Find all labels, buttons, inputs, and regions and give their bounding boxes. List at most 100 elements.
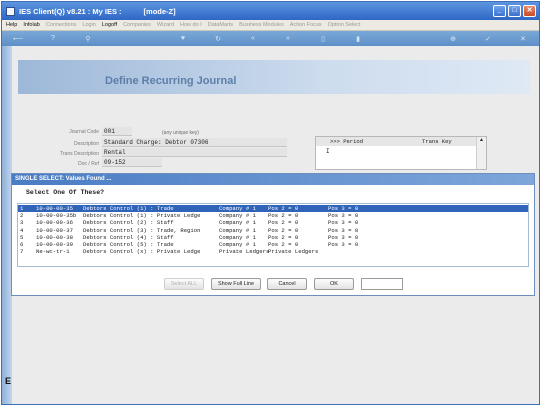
row-description: Debtors Control (3) : Trade, Region	[83, 226, 201, 234]
trans-description-label: Trans Description	[60, 151, 99, 157]
window-mode: [mode-Z]	[143, 6, 176, 16]
row-pos2: Private Ledgers	[268, 248, 319, 256]
dialog-button-bar: Select ALL Show Full Line Cancel OK	[12, 278, 534, 292]
description-label: Description	[73, 141, 99, 147]
journal-code-hint: (any unique key)	[162, 130, 199, 136]
menu-logoff[interactable]: Logoff	[102, 22, 117, 28]
row-company: Company # 1	[219, 219, 256, 227]
row-number: 2	[20, 212, 24, 220]
window-title: IES Client(Q) v8.21 : My IES :	[19, 6, 122, 16]
refresh-icon[interactable]: ↻	[212, 35, 224, 43]
show-full-line-button[interactable]: Show Full Line	[211, 278, 261, 290]
app-window: IES Client(Q) v8.21 : My IES : [mode-Z] …	[1, 1, 540, 405]
row-pos3: Pos 3 = 0	[328, 219, 359, 227]
row-account-code: Ne-wc-tr-1	[36, 248, 70, 256]
list-item[interactable]: 1 10-00-00-35 Debtors Control (1) : Trade C…	[18, 205, 528, 213]
row-pos2: Pos 2 = 0	[268, 241, 299, 248]
title-bar: IES Client(Q) v8.21 : My IES : [mode-Z] …	[2, 2, 539, 20]
search-icon[interactable]: ⚲	[82, 35, 94, 43]
maximize-button[interactable]: □	[508, 5, 521, 17]
window-controls: _ □ ✕	[493, 5, 536, 17]
menu-wizard[interactable]: Wizard	[157, 22, 174, 28]
list-item[interactable]: 2 10-00-00-35b Debtors Control (1) : Priva…	[18, 212, 528, 219]
row-description: Debtors Control (2) : Staff	[83, 219, 174, 227]
row-account-code: 10-00-00-36	[36, 219, 73, 227]
menu-action-focus[interactable]: Action Focus	[290, 22, 322, 28]
journal-code-label: Journal Code	[69, 129, 99, 135]
page-banner	[18, 60, 530, 94]
period-table-header: >>> Period Trans Key	[316, 137, 476, 146]
menu-infolab[interactable]: Infolab	[23, 22, 40, 28]
row-description: Debtors Control (1) : Trade	[83, 205, 174, 212]
menu-datamarts[interactable]: DataMarts	[208, 22, 233, 28]
dialog-input[interactable]	[361, 278, 403, 290]
row-number: 5	[20, 233, 24, 241]
single-select-dialog: SINGLE SELECT: Values Found ... Select O…	[11, 173, 535, 296]
rewind-icon[interactable]: «	[247, 35, 259, 42]
cancel-button[interactable]: Cancel	[267, 278, 307, 290]
menu-bar: Help Infolab Connections Login Logoff Co…	[2, 20, 539, 31]
page-icon[interactable]: ▮	[352, 35, 364, 43]
row-description: Debtors Control (5) : Trade	[83, 241, 174, 248]
row-pos2: Pos 2 = 0	[268, 226, 299, 234]
row-pos3: Pos 3 = 0	[328, 212, 359, 220]
menu-connections[interactable]: Connections	[46, 22, 77, 28]
check-icon[interactable]: ✓	[482, 35, 494, 43]
doc-ref-label: Doc / Ref	[78, 161, 99, 167]
row-account-code: 10-00-00-35	[36, 205, 73, 212]
row-pos3: Pos 3 = 0	[328, 226, 359, 234]
row-number: 7	[20, 248, 24, 256]
row-number: 4	[20, 226, 24, 234]
list-item[interactable]: 5 10-00-00-38 Debtors Control (4) : Staff C…	[18, 234, 528, 241]
menu-business-modules[interactable]: Business Modules	[239, 22, 284, 28]
select-all-button[interactable]: Select ALL	[164, 278, 204, 290]
trans-description-value: Rental	[104, 149, 126, 156]
menu-login[interactable]: Login	[82, 22, 95, 28]
period-table[interactable]: >>> Period Trans Key I ▲	[315, 136, 487, 170]
minimize-button[interactable]: _	[493, 5, 506, 17]
dialog-heading: Select One Of These?	[26, 189, 105, 196]
clipboard-icon[interactable]: ▯	[317, 35, 329, 43]
row-number: 3	[20, 219, 24, 227]
list-item[interactable]: 3 10-00-00-36 Debtors Control (2) : Staff C…	[18, 219, 528, 226]
row-description: Debtors Control (1) : Private Ledge	[83, 212, 201, 220]
list-item[interactable]: 6 10-00-00-39 Debtors Control (5) : Trade C…	[18, 241, 528, 248]
row-pos3: Pos 3 = 0	[328, 241, 359, 248]
doc-ref-value: 09-152	[104, 159, 126, 166]
menu-companies[interactable]: Companies	[123, 22, 151, 28]
menu-how-do-i[interactable]: How do I	[180, 22, 202, 28]
toolbar: ⟵ ? ⚲ ♥ ↻ « » ▯ ▮ ⊕ ✓ ✕	[2, 31, 539, 46]
close-window-button[interactable]: ✕	[523, 5, 536, 17]
period-scrollbar[interactable]: ▲	[476, 137, 486, 169]
page-title: Define Recurring Journal	[105, 75, 237, 87]
menu-help[interactable]: Help	[6, 22, 17, 28]
row-account-code: 10-00-00-37	[36, 226, 73, 234]
row-company: Company # 1	[219, 212, 256, 220]
period-row-cursor: I	[326, 148, 330, 155]
list-item[interactable]: 7 Ne-wc-tr-1 Debtors Control (x) : Private…	[18, 248, 528, 255]
row-account-code: 10-00-00-38	[36, 233, 73, 241]
back-arrow-icon[interactable]: ⟵	[12, 35, 24, 43]
row-company: Company # 1	[219, 205, 256, 212]
list-item[interactable]: 4 10-00-00-37 Debtors Control (3) : Trade,…	[18, 227, 528, 234]
row-company: Private Ledgers	[219, 248, 270, 256]
value-list[interactable]: 1 10-00-00-35 Debtors Control (1) : Trade C…	[17, 203, 529, 267]
bottom-marker: E	[5, 376, 12, 386]
close-icon[interactable]: ✕	[517, 35, 529, 43]
row-pos3: Pos 3 = 0	[328, 233, 359, 241]
add-icon[interactable]: ⊕	[447, 35, 459, 43]
row-number: 6	[20, 241, 24, 248]
row-pos2: Pos 2 = 0	[268, 233, 299, 241]
help-icon[interactable]: ?	[47, 35, 59, 42]
row-company: Company # 1	[219, 241, 256, 248]
ok-button[interactable]: OK	[314, 278, 354, 290]
heart-icon[interactable]: ♥	[177, 35, 189, 42]
period-column-header: >>> Period	[330, 138, 364, 145]
row-pos3: Pos 3 = 0	[328, 205, 359, 212]
row-number: 1	[20, 205, 24, 212]
forward-icon[interactable]: »	[282, 35, 294, 42]
menu-option-select[interactable]: Option Select	[328, 22, 361, 28]
journal-code-value: 001	[104, 128, 115, 135]
row-pos2: Pos 2 = 0	[268, 219, 299, 227]
trans-description-field[interactable]	[102, 148, 287, 157]
